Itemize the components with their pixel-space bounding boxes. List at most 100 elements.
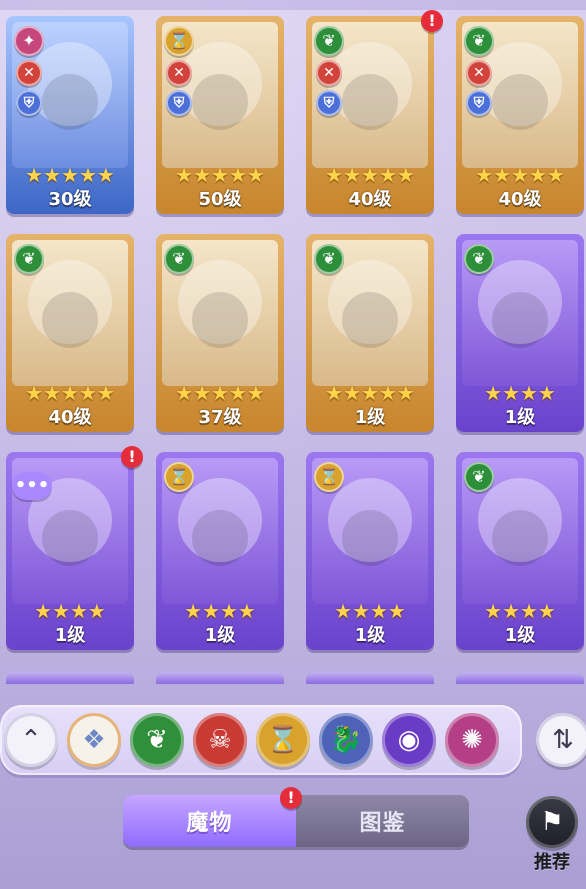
star-rating: ★★★★★ — [175, 163, 265, 187]
gold-hourglass-icon: ⌛ — [164, 462, 194, 492]
green-leaf-icon: ❦ — [164, 244, 194, 274]
tab-monster[interactable]: 魔物 — [123, 795, 296, 847]
tab-codex-label: 图鉴 — [359, 811, 406, 836]
monster-level: 1级 — [504, 407, 536, 428]
sort-icon: ⇅ — [552, 725, 574, 755]
monster-level: 40级 — [48, 407, 92, 428]
filter-eye-button[interactable]: ◉ — [382, 713, 436, 767]
partial-card — [6, 672, 134, 684]
portrait-shadow — [342, 292, 398, 348]
filter-time-icon: ⌛ — [266, 725, 300, 755]
monster-level: 1级 — [504, 625, 536, 646]
gold-hourglass-icon: ⌛ — [314, 462, 344, 492]
star-rating: ★★★★★ — [25, 163, 115, 187]
portrait-shadow — [192, 292, 248, 348]
portrait-shadow — [192, 510, 248, 566]
monster-level: 1级 — [354, 407, 386, 428]
green-leaf-icon: ❦ — [464, 462, 494, 492]
monster-icons: ✦ ✕ ⛨ — [14, 26, 44, 120]
monster-card[interactable]: ❦ ★★★★ 1级 — [456, 452, 584, 650]
monster-level: 40级 — [348, 189, 392, 210]
green-leaf-icon: ❦ — [464, 244, 494, 274]
filter-eye-icon: ◉ — [397, 725, 421, 755]
green-leaf-icon: ❦ — [14, 244, 44, 274]
star-rating: ★★★★ — [334, 599, 406, 623]
green-leaf-icon: ❦ — [314, 26, 344, 56]
monster-card[interactable]: ❦ ★★★★★ 37级 — [156, 234, 284, 432]
monster-level: 40级 — [498, 189, 542, 210]
chat-bubble-icon[interactable]: ••• — [12, 472, 52, 500]
monster-level: 1级 — [354, 625, 386, 646]
attack-icon: ✕ — [316, 60, 342, 86]
star-rating: ★★★★★ — [25, 381, 115, 405]
monster-level: 37级 — [198, 407, 242, 428]
monster-icons: ⌛ — [164, 462, 194, 496]
filter-chaos-icon: ✺ — [461, 725, 483, 755]
recommend-icon: ⚑ — [540, 807, 564, 837]
recommend-button[interactable]: ⚑ — [526, 796, 578, 848]
defense-icon: ⛨ — [16, 90, 42, 116]
star-rating: ★★★★ — [484, 381, 556, 405]
monster-icons: ⌛ ✕ ⛨ — [164, 26, 194, 120]
portrait-shadow — [492, 74, 548, 130]
monster-icons: ❦ — [464, 462, 494, 496]
green-leaf-icon: ❦ — [464, 26, 494, 56]
monster-icons: ❦ — [314, 244, 344, 278]
portrait-shadow — [342, 510, 398, 566]
recommend-label: 推荐 — [534, 852, 570, 873]
monster-level: 50级 — [198, 189, 242, 210]
monster-level: 1级 — [54, 625, 86, 646]
filter-nature-button[interactable]: ❦ — [130, 713, 184, 767]
star-rating: ★★★★ — [34, 599, 106, 623]
star-rating: ★★★★ — [484, 599, 556, 623]
monster-card[interactable]: ❦ ★★★★★ 1级 — [306, 234, 434, 432]
monster-level: 1级 — [204, 625, 236, 646]
filter-chaos-button[interactable]: ✺ — [445, 713, 499, 767]
monster-icons: ❦ — [464, 244, 494, 278]
monster-icons: ❦ ✕ ⛨ — [314, 26, 344, 120]
filter-demon-button[interactable]: ☠ — [193, 713, 247, 767]
monster-icons: ⌛ — [314, 462, 344, 496]
monster-card[interactable]: ❦ ✕ ⛨ ★★★★★ 40级 — [306, 16, 434, 214]
monster-icons: ❦ ✕ ⛨ — [464, 26, 494, 120]
tab-codex[interactable]: 图鉴 — [296, 795, 469, 847]
monster-card[interactable]: ⌛ ★★★★ 1级 — [306, 452, 434, 650]
partial-card — [306, 672, 434, 684]
partial-card — [156, 672, 284, 684]
collapse-filters-button[interactable]: ⌃ — [4, 713, 58, 767]
attack-icon: ✕ — [466, 60, 492, 86]
monster-card[interactable]: ✦ ✕ ⛨ ★★★★★ 30级 — [6, 16, 134, 214]
defense-icon: ⛨ — [316, 90, 342, 116]
filter-demon-icon: ☠ — [208, 725, 232, 755]
star-rating: ★★★★★ — [325, 381, 415, 405]
alert-badge: ! — [421, 10, 443, 32]
gold-hourglass-icon: ⌛ — [164, 26, 194, 56]
partial-card — [456, 672, 584, 684]
filter-all-icon: ❖ — [82, 725, 106, 755]
monster-card[interactable]: ❦ ★★★★ 1级 — [456, 234, 584, 432]
monster-icons: ❦ — [14, 244, 44, 278]
tab-monster-label: 魔物 — [186, 811, 233, 836]
defense-icon: ⛨ — [466, 90, 492, 116]
star-rating: ★★★★★ — [175, 381, 265, 405]
attack-icon: ✕ — [166, 60, 192, 86]
filter-time-button[interactable]: ⌛ — [256, 713, 310, 767]
sort-button[interactable]: ⇅ — [536, 713, 586, 767]
monster-card[interactable]: ⌛ ✕ ⛨ ★★★★★ 50级 — [156, 16, 284, 214]
monster-card[interactable]: ❦ ★★★★★ 40级 — [6, 234, 134, 432]
filter-all-button[interactable]: ❖ — [67, 713, 121, 767]
portrait-shadow — [42, 292, 98, 348]
monster-card[interactable]: ⌛ ★★★★ 1级 — [156, 452, 284, 650]
filter-dragon-button[interactable]: 🐉 — [319, 713, 373, 767]
portrait-shadow — [492, 510, 548, 566]
portrait-shadow — [42, 510, 98, 566]
filter-nature-icon: ❦ — [146, 725, 168, 755]
star-rating: ★★★★ — [184, 599, 256, 623]
star-rating: ★★★★★ — [325, 163, 415, 187]
filter-dragon-icon: 🐉 — [329, 725, 363, 755]
monster-icons: ❦ — [164, 244, 194, 278]
monster-card[interactable]: ❦ ✕ ⛨ ★★★★★ 40级 — [456, 16, 584, 214]
portrait-shadow — [342, 74, 398, 130]
pink-swirl-icon: ✦ — [14, 26, 44, 56]
portrait-shadow — [492, 292, 548, 348]
